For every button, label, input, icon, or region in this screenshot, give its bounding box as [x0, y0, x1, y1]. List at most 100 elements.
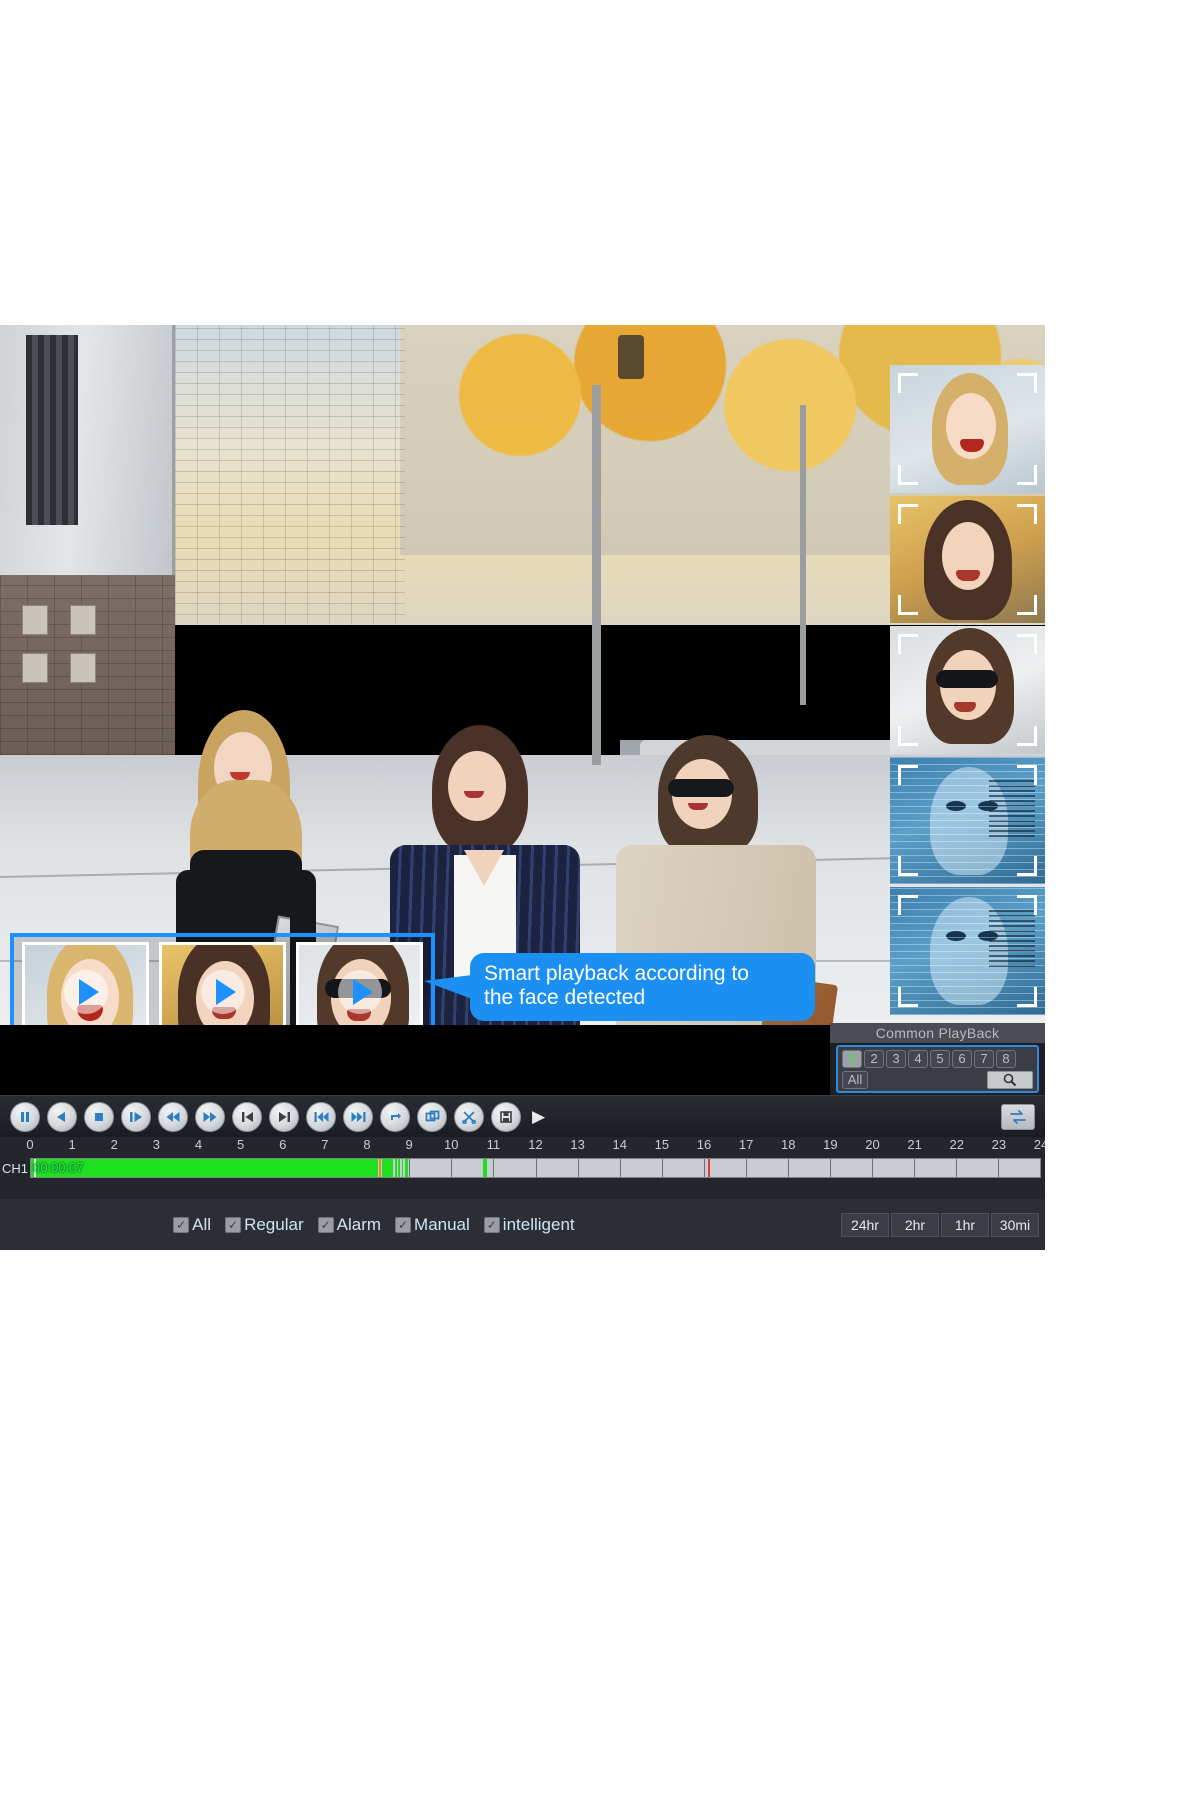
timeline-track[interactable]: 00:00:07 — [30, 1158, 1041, 1178]
range-button-30min[interactable]: 30mi — [990, 1212, 1039, 1237]
channel-button-row: 1 2 3 4 5 6 7 8 — [842, 1050, 1033, 1068]
clip-button[interactable] — [454, 1101, 484, 1132]
multi-window-button[interactable] — [417, 1101, 447, 1132]
timeline-tick-14: 14 — [612, 1137, 627, 1152]
face-detection-bracket-icon — [898, 503, 1037, 616]
stop-icon — [95, 1112, 103, 1121]
range-button-24hr[interactable]: 24hr — [840, 1212, 889, 1237]
timeline-hour-divider — [703, 1159, 705, 1177]
timeline-tick-4: 4 — [194, 1137, 203, 1152]
common-playback-panel: Common PlayBack 1 2 3 4 5 6 7 8 All — [830, 1023, 1045, 1095]
next-file-button[interactable] — [343, 1101, 373, 1132]
range-button-1hr[interactable]: 1hr — [940, 1212, 989, 1237]
filter-regular[interactable]: ✓ Regular — [225, 1215, 304, 1235]
filter-alarm[interactable]: ✓ Alarm — [317, 1215, 381, 1235]
timeline-tick-1: 1 — [68, 1137, 76, 1152]
face-snapshot-1[interactable] — [890, 365, 1045, 493]
search-button[interactable] — [987, 1071, 1033, 1089]
timeline-segment-alarm — [379, 1159, 382, 1177]
fast-forward-button[interactable] — [195, 1101, 225, 1132]
face-snapshot-2[interactable] — [890, 495, 1045, 624]
slow-play-button[interactable] — [121, 1101, 151, 1132]
face-snapshot-4[interactable] — [890, 756, 1045, 885]
play-reverse-icon — [57, 1111, 65, 1122]
filter-intelligent-label: intelligent — [502, 1214, 575, 1234]
channel-button-3[interactable]: 3 — [886, 1050, 906, 1068]
scene-pole-2 — [800, 405, 806, 705]
timeline-tick-19: 19 — [823, 1137, 838, 1152]
save-button[interactable] — [491, 1101, 521, 1132]
timeline-tick-8: 8 — [363, 1137, 371, 1152]
common-playback-body: 1 2 3 4 5 6 7 8 All — [836, 1045, 1039, 1093]
search-icon — [1003, 1073, 1017, 1087]
timeline-tick-23: 23 — [991, 1137, 1007, 1152]
timeline-tick-5: 5 — [237, 1137, 245, 1152]
smart-playback-thumb-3[interactable] — [296, 942, 423, 1025]
timeline-segment-regular — [405, 1159, 409, 1177]
play-icon[interactable] — [63, 970, 108, 1014]
next-frame-button[interactable] — [269, 1101, 299, 1132]
play-icon[interactable] — [337, 970, 382, 1014]
face-snapshot-5[interactable] — [890, 887, 1045, 1015]
page-canvas: Smart playback according to the face det… — [0, 0, 1200, 1800]
timeline-hour-divider — [577, 1159, 579, 1177]
checkbox-intelligent[interactable]: ✓ — [483, 1216, 500, 1233]
pause-button[interactable] — [10, 1101, 40, 1132]
timeline-tick-0: 0 — [26, 1137, 34, 1152]
checkbox-alarm[interactable]: ✓ — [317, 1216, 334, 1233]
timeline-tick-18: 18 — [781, 1137, 796, 1152]
timeline-current-time: 00:00:07 — [33, 1160, 84, 1175]
channel-button-7[interactable]: 7 — [974, 1050, 994, 1068]
live-video-stage[interactable]: Smart playback according to the face det… — [0, 325, 1045, 1025]
timeline-tick-2: 2 — [110, 1137, 118, 1152]
sync-button[interactable] — [1001, 1103, 1035, 1130]
timeline-tick-22: 22 — [949, 1137, 964, 1152]
timeline-hour-divider — [871, 1159, 873, 1177]
expand-arrow-icon[interactable]: ▶ — [532, 1108, 545, 1125]
rewind-button[interactable] — [158, 1101, 188, 1132]
person2-face — [448, 751, 506, 821]
checkbox-regular[interactable]: ✓ — [225, 1216, 242, 1233]
channel-all-button[interactable]: All — [842, 1071, 868, 1089]
checkbox-manual[interactable]: ✓ — [395, 1216, 412, 1233]
record-type-filters: ✓ All ✓ Regular ✓ Alarm ✓ Manual ✓ intel… — [133, 1214, 575, 1235]
channel-button-4[interactable]: 4 — [908, 1050, 928, 1068]
smart-playback-thumb-1[interactable] — [22, 942, 149, 1025]
timeline-tick-7: 7 — [321, 1137, 329, 1152]
scene-panel — [22, 653, 48, 683]
biometric-scanlines — [890, 756, 1045, 885]
timeline-tick-21: 21 — [907, 1137, 922, 1152]
repeat-button[interactable] — [380, 1101, 410, 1132]
channel-button-5[interactable]: 5 — [930, 1050, 950, 1068]
scene-panel — [70, 653, 96, 683]
filter-manual[interactable]: ✓ Manual — [395, 1215, 470, 1235]
channel-button-8[interactable]: 8 — [996, 1050, 1016, 1068]
timeline-hour-divider — [409, 1159, 411, 1177]
smart-playback-thumb-strip — [10, 933, 435, 1025]
smart-playback-thumb-2[interactable] — [159, 942, 286, 1025]
range-button-2hr[interactable]: 2hr — [890, 1212, 939, 1237]
timeline-hour-divider — [451, 1159, 453, 1177]
repeat-icon — [390, 1112, 401, 1120]
timeline-area: 0 1 2 3 4 5 6 7 8 9 10 11 12 13 14 15 16 17 18 19 20 21 22 23 24… — [0, 1137, 1045, 1199]
play-reverse-button[interactable] — [47, 1101, 77, 1132]
filter-intelligent[interactable]: ✓ intelligent — [483, 1214, 575, 1235]
face-detection-bracket-icon — [898, 373, 1037, 485]
filter-all[interactable]: ✓ All — [173, 1215, 211, 1235]
fast-forward-icon — [203, 1111, 217, 1122]
face-snapshot-3[interactable] — [890, 626, 1045, 754]
checkbox-all[interactable]: ✓ — [173, 1216, 190, 1233]
next-file-icon — [351, 1111, 365, 1122]
timeline-segment-regular — [395, 1159, 397, 1177]
previous-file-button[interactable] — [306, 1101, 336, 1132]
stop-button[interactable] — [84, 1101, 114, 1132]
timeline-tick-10: 10 — [444, 1137, 459, 1152]
play-icon[interactable] — [200, 970, 245, 1014]
common-playback-title: Common PlayBack — [830, 1023, 1045, 1043]
scene-utility-pole — [592, 385, 601, 765]
channel-button-2[interactable]: 2 — [864, 1050, 884, 1068]
channel-button-6[interactable]: 6 — [952, 1050, 972, 1068]
previous-frame-button[interactable] — [232, 1101, 262, 1132]
channel-button-1[interactable]: 1 — [842, 1050, 862, 1068]
snapshot-1-mouth — [960, 439, 984, 452]
